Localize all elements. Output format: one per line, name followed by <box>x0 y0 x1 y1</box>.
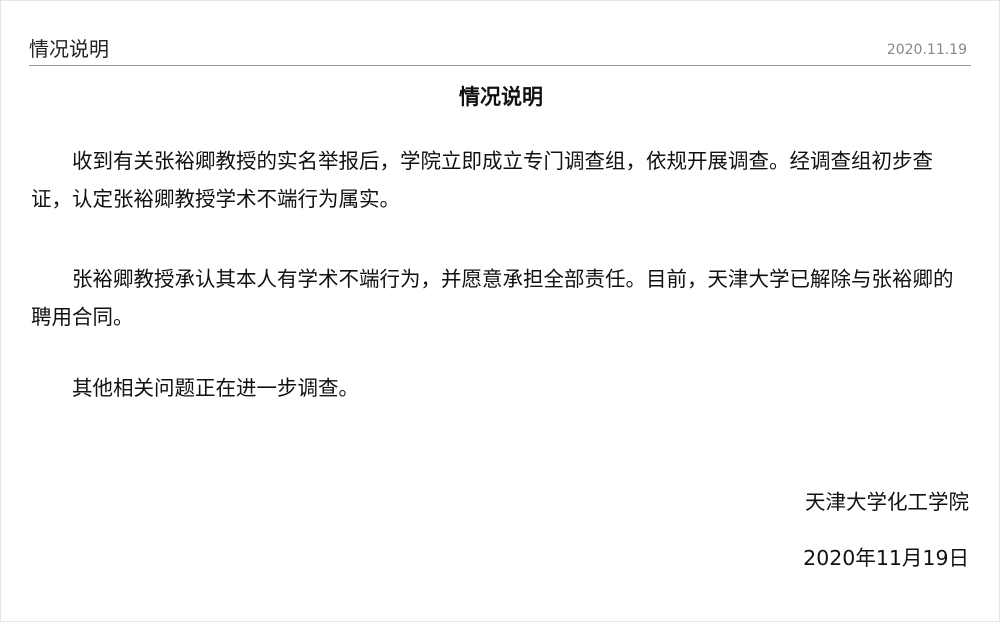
paragraph-2: 张裕卿教授承认其本人有学术不端行为，并愿意承担全部责任。目前，天津大学已解除与张… <box>31 267 954 329</box>
paragraph-3: 其他相关问题正在进一步调查。 <box>72 376 359 400</box>
header-bar: 情况说明 2020.11.19 <box>29 31 971 66</box>
header-date: 2020.11.19 <box>886 42 967 58</box>
document-title: 情况说明 <box>459 85 543 109</box>
signature-date: 2020年11月19日 <box>803 546 969 570</box>
document-frame: 情况说明 2020.11.19 情况说明 收到有关张裕卿教授的实名举报后，学院立… <box>0 0 1000 622</box>
paragraph-1: 收到有关张裕卿教授的实名举报后，学院立即成立专门调查组，依规开展调查。经调查组初… <box>31 149 933 211</box>
header-title: 情况说明 <box>29 37 109 61</box>
signature-organization: 天津大学化工学院 <box>805 490 969 514</box>
